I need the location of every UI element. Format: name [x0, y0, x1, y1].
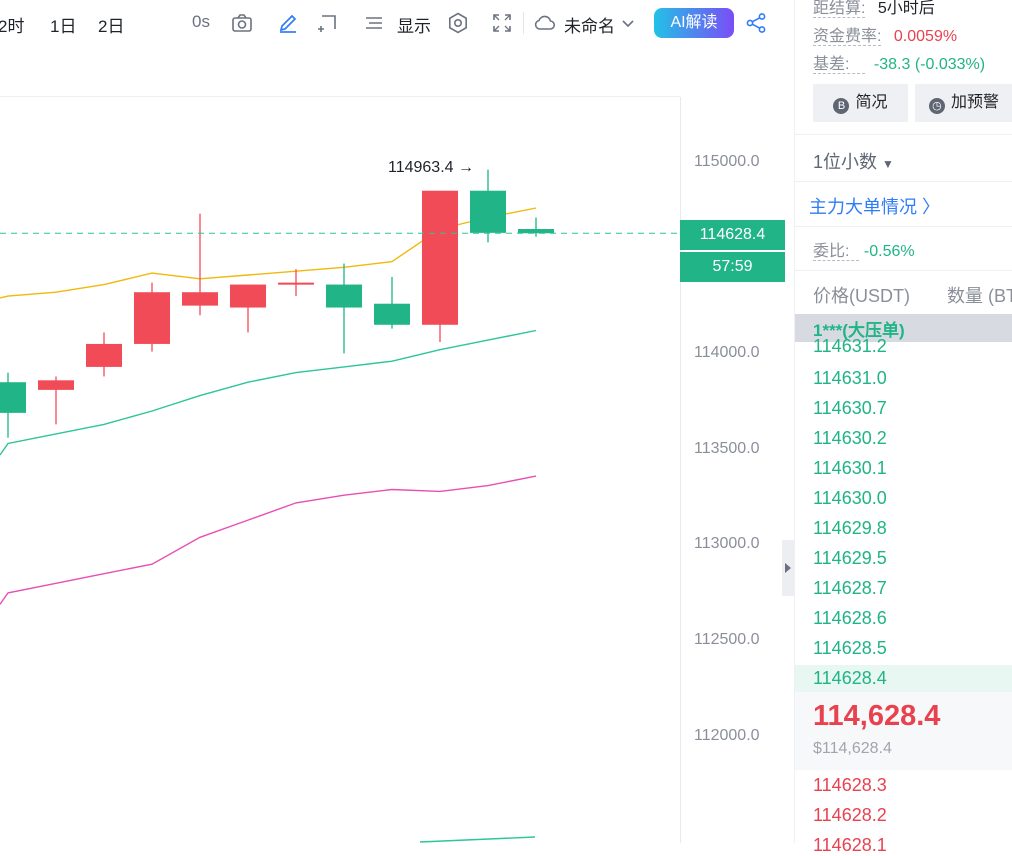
moving-average-line — [0, 475, 537, 605]
candle-body — [374, 303, 410, 325]
big-orders-link[interactable]: 主力大单情况 〉 — [809, 193, 940, 219]
big-sell-order-label: 1***(大压单) — [813, 321, 905, 340]
alarm-icon: ◷ — [928, 98, 945, 114]
commission-label[interactable]: 委比: — [813, 243, 860, 261]
ask-price[interactable]: 114630.0 — [813, 488, 887, 509]
ask-price[interactable]: 114628.6 — [813, 608, 887, 629]
candle-body — [278, 282, 314, 285]
panel-collapse-handle[interactable] — [782, 540, 794, 596]
y-tick-label: 113000.0 — [694, 535, 760, 552]
ask-price[interactable]: 114630.7 — [813, 398, 887, 419]
divider — [795, 226, 1012, 227]
candle-body — [86, 343, 122, 367]
bitcoin-icon: B — [833, 98, 850, 114]
candle-body — [470, 190, 506, 233]
candle-countdown: 57:59 — [680, 252, 785, 282]
ask-price[interactable]: 114628.5 — [813, 638, 887, 659]
high-price-value: 114963.4 — [388, 159, 454, 176]
candle-body — [0, 382, 26, 413]
candle-body — [38, 380, 74, 390]
ask-price[interactable]: 114628.4 — [813, 668, 887, 689]
big-orders-link-label: 主力大单情况 — [809, 197, 917, 217]
candle-body — [230, 284, 266, 308]
last-price: 114,628.4 — [813, 700, 941, 732]
bid-price[interactable]: 114628.3 — [813, 775, 887, 796]
share-icon[interactable] — [744, 11, 768, 35]
funding-rate-label[interactable]: 资金费率: — [813, 28, 882, 46]
market-info-panel: 距结算: 5小时后 资金费率: 0.0059% 基差: -38.3 (-0.03… — [794, 0, 1012, 855]
chevron-right-icon: 〉 — [922, 197, 941, 217]
ask-price[interactable]: 114630.2 — [813, 428, 887, 449]
ask-price[interactable]: 114629.5 — [813, 548, 887, 569]
commission-value: -0.56% — [863, 243, 915, 260]
orderbook-header-qty: 数量 (BT — [947, 286, 1012, 306]
bid-price[interactable]: 114628.1 — [813, 835, 887, 856]
candle-body — [326, 284, 362, 308]
candle-body — [518, 229, 554, 234]
ask-price[interactable]: 114628.7 — [813, 578, 887, 599]
ask-price[interactable]: 114630.1 — [813, 458, 887, 479]
arrow-right-icon: → — [458, 159, 474, 176]
y-tick-label: 113500.0 — [694, 440, 760, 457]
last-price-tag: 114628.4 — [680, 220, 785, 250]
y-tick-label: 112500.0 — [694, 631, 760, 648]
add-alert-label: 加预警 — [950, 94, 999, 111]
y-tick-label: 114000.0 — [694, 344, 760, 361]
caret-down-icon: ▼ — [882, 157, 894, 171]
settlement-row: 距结算: 5小时后 — [813, 0, 935, 18]
basis-label[interactable]: 基差: — [813, 56, 866, 74]
y-tick-label: 112000.0 — [694, 727, 760, 744]
ask-price[interactable]: 114631.0 — [813, 368, 887, 389]
settlement-label: 距结算: — [813, 0, 866, 18]
price-axis-divider — [680, 97, 681, 843]
moving-average-line — [0, 329, 537, 456]
add-alert-button[interactable]: ◷ 加预警 — [915, 84, 1012, 122]
divider — [795, 134, 1012, 135]
bid-price[interactable]: 114628.2 — [813, 805, 887, 826]
candle-body — [182, 292, 218, 306]
settlement-value: 5小时后 — [877, 0, 935, 17]
candle-body — [134, 292, 170, 344]
orderbook-header-price: 价格(USDT) — [813, 286, 910, 306]
divider — [795, 270, 1012, 271]
moving-average-line — [419, 836, 536, 843]
basis-row: 基差: -38.3 (-0.033%) — [813, 50, 985, 74]
basis-value: -38.3 (-0.033%) — [873, 56, 986, 73]
brief-button-label: 简况 — [855, 94, 888, 111]
funding-rate-row: 资金费率: 0.0059% — [813, 22, 957, 46]
brief-button[interactable]: B 简况 — [813, 84, 908, 122]
y-tick-label: 115000.0 — [694, 153, 760, 170]
commission-ratio-row: 委比: -0.56% — [813, 237, 915, 261]
decimal-precision-value: 1位小数 — [813, 152, 878, 172]
candlestick-chart[interactable] — [0, 0, 680, 843]
last-price-usd: $114,628.4 — [813, 740, 892, 757]
decimal-precision-select[interactable]: 1位小数 ▼ — [813, 148, 894, 174]
ask-price[interactable]: 114629.8 — [813, 518, 887, 539]
high-price-annotation: 114963.4 → — [388, 159, 474, 177]
candle-body — [422, 190, 458, 325]
divider — [795, 181, 1012, 182]
funding-rate-value: 0.0059% — [893, 28, 958, 45]
